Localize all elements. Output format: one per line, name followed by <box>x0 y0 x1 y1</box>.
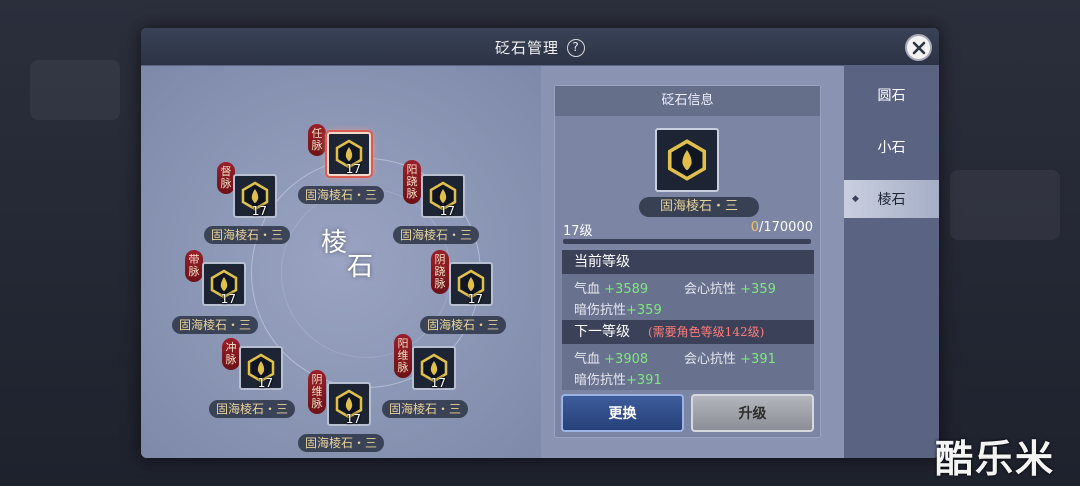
next-level-heading: 下一等级 <box>574 324 630 340</box>
gem-icon[interactable]: 17 <box>327 382 371 426</box>
center-label-2: 石 <box>347 252 374 282</box>
tab-round-stone[interactable]: 圆石 <box>844 76 939 114</box>
gem-level-label: 17级 <box>563 224 593 239</box>
gem-icon[interactable]: 17 <box>239 346 283 390</box>
gem-icon[interactable]: 17 <box>327 132 371 176</box>
meridian-tag: 任脉 <box>308 124 326 156</box>
meridian-tag: 阳跷脉 <box>403 160 421 204</box>
stat-row: 气血 +3589 <box>574 282 649 297</box>
gem-name: 固海棱石・三 <box>420 316 507 334</box>
gem-level: 17 <box>467 292 483 306</box>
gem-level: 17 <box>251 204 267 218</box>
gem-icon[interactable]: 17 <box>421 174 465 218</box>
gem-icon[interactable]: 17 <box>412 346 456 390</box>
gem-icon[interactable]: 17 <box>202 262 246 306</box>
stat-row: 会心抗性 +359 <box>684 282 776 297</box>
tab-label: 棱石 <box>877 192 906 208</box>
gem-icon[interactable]: 17 <box>233 174 277 218</box>
meridian-tag: 阳维脉 <box>394 334 412 378</box>
selected-gem-name: 固海棱石・三 <box>639 197 759 217</box>
stat-row: 气血 +3908 <box>574 352 649 367</box>
meridian-tag: 阴跷脉 <box>431 250 449 294</box>
stone-info-panel: 砭石信息 固海棱石・三 17级 0/170000 当前等级 气血 +3589 会… <box>554 85 821 438</box>
current-level-stats: 气血 +3589 会心抗性 +359 暗伤抗性+359 <box>562 274 814 320</box>
gem-level: 17 <box>345 412 361 426</box>
gem-name: 固海棱石・三 <box>393 226 480 244</box>
info-title: 砭石信息 <box>555 86 820 116</box>
background-scene <box>950 170 1060 240</box>
level-row: 17级 0/170000 <box>563 220 813 239</box>
site-watermark: 酷乐米 <box>935 437 1056 481</box>
tab-small-stone[interactable]: 小石 <box>844 128 939 166</box>
background-scene <box>30 60 120 120</box>
exp-progress-bar <box>563 239 811 244</box>
current-level-heading: 当前等级 <box>574 254 630 270</box>
gem-level: 17 <box>257 376 273 390</box>
stat-row: 暗伤抗性+391 <box>574 373 662 388</box>
next-level-stats: 气血 +3908 会心抗性 +391 暗伤抗性+391 <box>562 344 814 390</box>
meridian-tag: 带脉 <box>185 250 203 282</box>
meridian-slot-area: 棱 石 任脉 17 固海棱石・三 督脉 17 固海棱石・三 阳跷脉 17 固海棱… <box>141 66 541 458</box>
tab-prism-stone[interactable]: ◆ 棱石 <box>844 180 939 218</box>
gem-level: 17 <box>345 162 361 176</box>
gem-name: 固海棱石・三 <box>209 400 296 418</box>
gem-level: 17 <box>439 204 455 218</box>
close-button[interactable] <box>905 34 932 61</box>
stone-type-tabs: 圆石 小石 ◆ 棱石 <box>844 66 939 458</box>
next-level-header: 下一等级 (需要角色等级142级) <box>562 320 814 344</box>
current-level-header: 当前等级 <box>562 250 814 274</box>
stone-management-dialog: 砭石管理 ? 棱 石 任脉 17 固海棱石・三 督脉 17 固海棱石・三 阳跷脉… <box>141 28 939 458</box>
exp-current: 0 <box>750 220 759 235</box>
gem-level: 17 <box>220 292 236 306</box>
gem-name: 固海棱石・三 <box>204 226 291 244</box>
meridian-tag: 阴维脉 <box>308 370 326 414</box>
gem-name: 固海棱石・三 <box>298 186 385 204</box>
stat-row: 会心抗性 +391 <box>684 352 776 367</box>
dialog-title: 砭石管理 <box>494 39 559 57</box>
dialog-titlebar: 砭石管理 ? <box>141 28 939 66</box>
gem-name: 固海棱石・三 <box>382 400 469 418</box>
replace-button[interactable]: 更换 <box>561 394 684 432</box>
close-icon <box>912 41 925 54</box>
gem-level: 17 <box>430 376 446 390</box>
exp-readout: 0/170000 <box>751 220 813 235</box>
selected-gem-icon <box>655 128 719 192</box>
active-tab-diamond-icon: ◆ <box>852 194 859 204</box>
level-requirement: (需要角色等级142级) <box>648 325 765 339</box>
help-icon[interactable]: ? <box>567 38 585 57</box>
gem-name: 固海棱石・三 <box>172 316 259 334</box>
center-label-1: 棱 <box>321 228 348 258</box>
gem-icon[interactable]: 17 <box>449 262 493 306</box>
meridian-tag: 冲脉 <box>222 338 240 370</box>
stat-row: 暗伤抗性+359 <box>574 303 662 318</box>
gem-name: 固海棱石・三 <box>298 434 385 452</box>
exp-total: /170000 <box>758 220 813 235</box>
upgrade-button[interactable]: 升级 <box>691 394 814 432</box>
